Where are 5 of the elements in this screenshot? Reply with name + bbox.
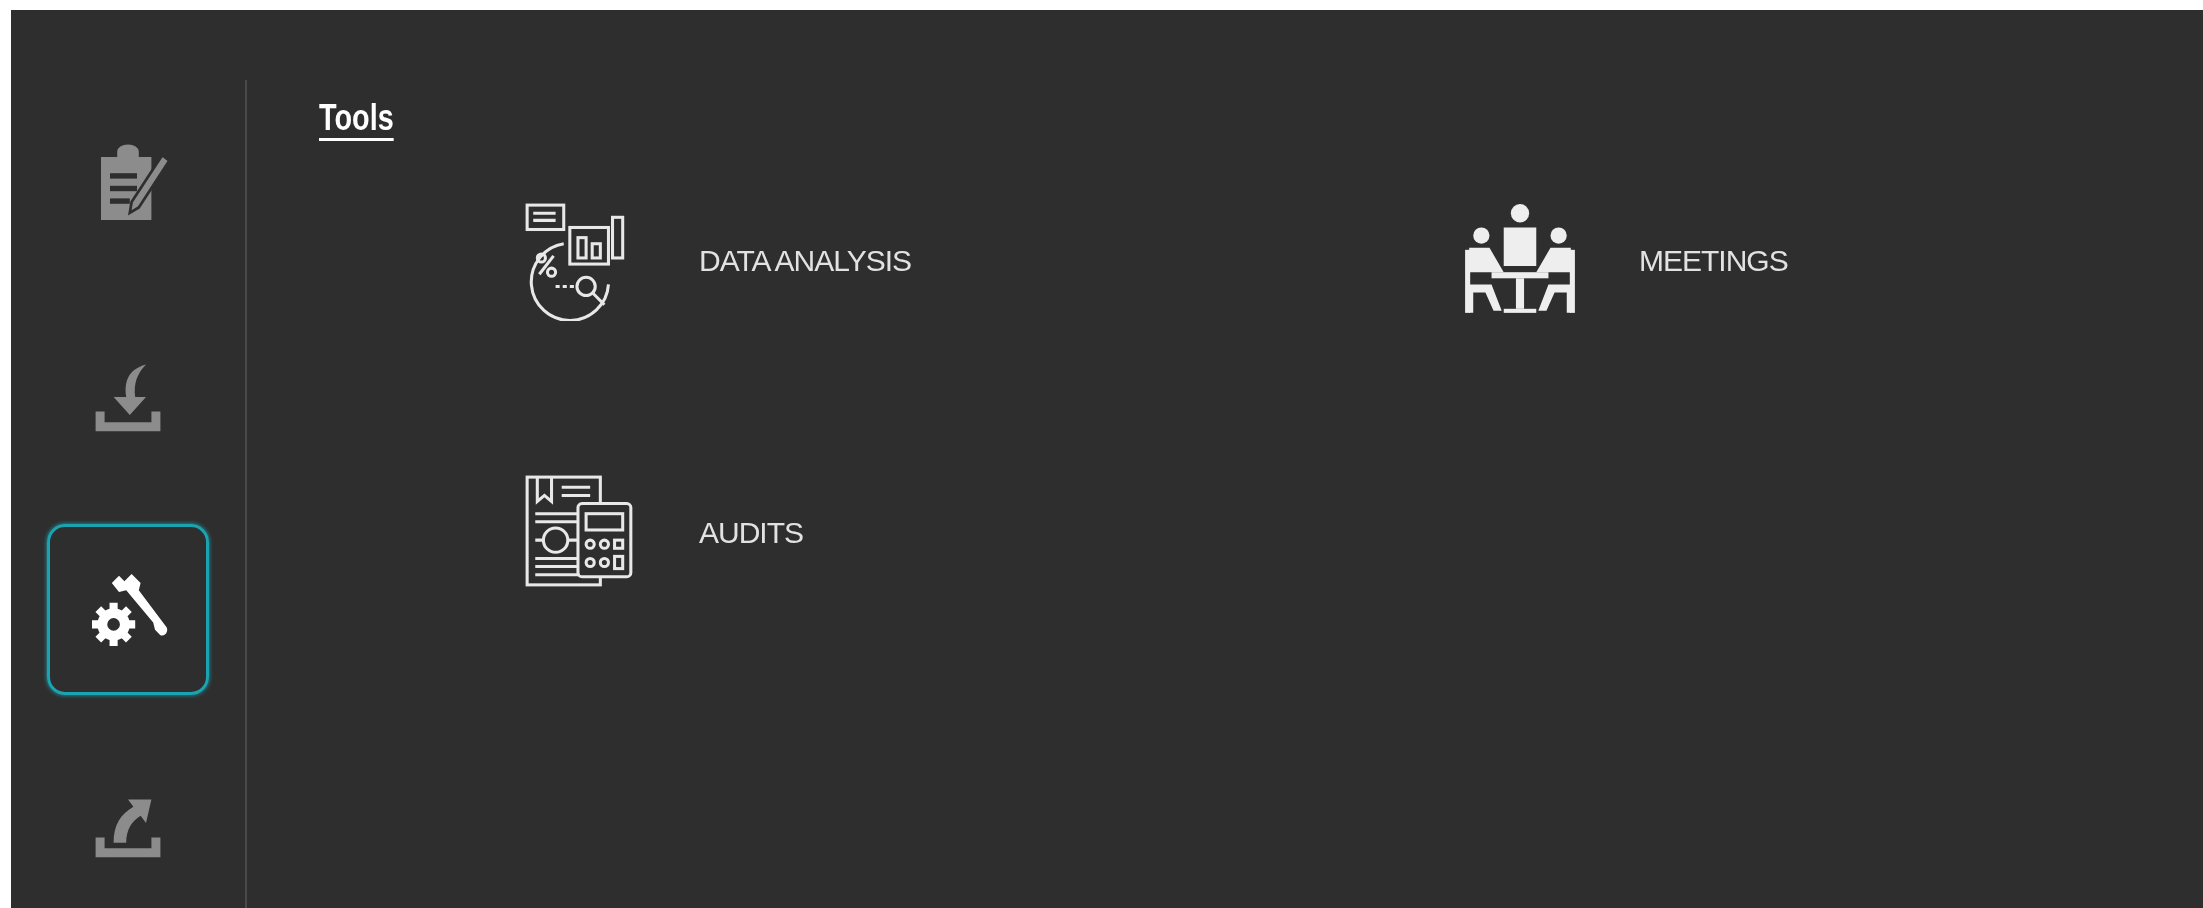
tool-link[interactable]: DATA ANALYSIS <box>519 199 1459 322</box>
sidebar-item[interactable] <box>47 524 209 695</box>
tool-link[interactable]: MEETINGS <box>1459 199 2059 322</box>
tool-link[interactable]: AUDITS <box>519 471 1459 594</box>
page-title: Tools <box>319 96 394 140</box>
